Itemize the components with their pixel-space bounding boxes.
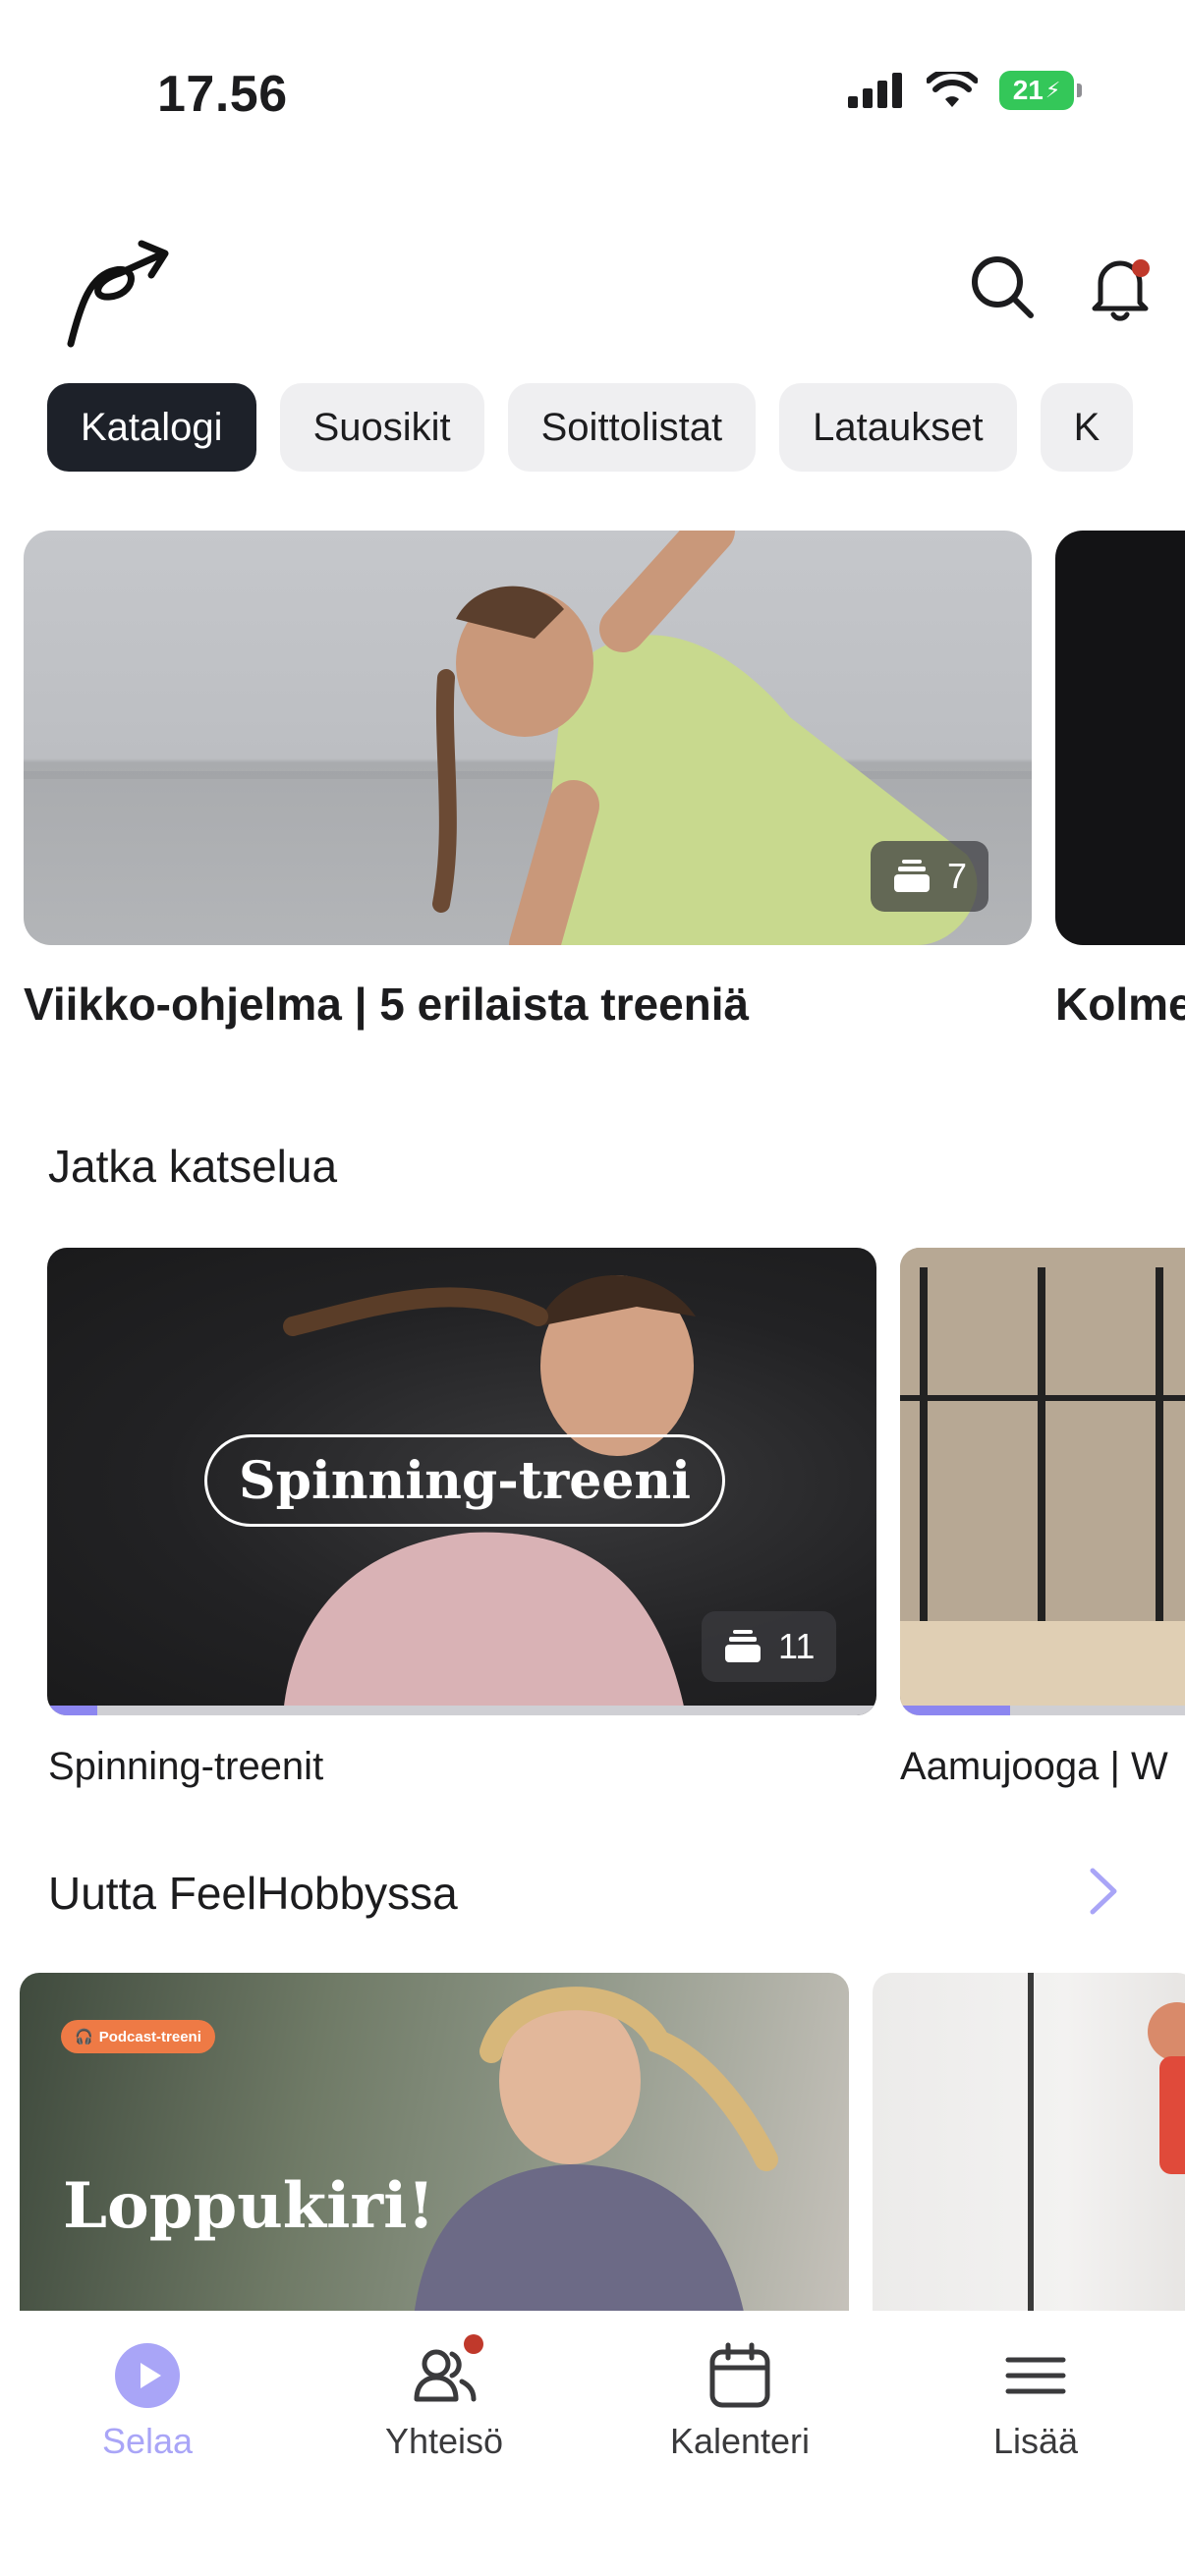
hero-card[interactable]: 7 xyxy=(24,531,1032,945)
tab-suosikit[interactable]: Suosikit xyxy=(279,383,484,472)
feelhobby-logo-icon[interactable] xyxy=(61,236,179,349)
progress-track xyxy=(47,1706,876,1715)
signal-icon xyxy=(848,73,902,108)
continue-card-aamujooga[interactable] xyxy=(900,1248,1185,1715)
nav-label-selaa: Selaa xyxy=(101,2421,194,2461)
nav-lisaa[interactable]: Lisää xyxy=(928,2340,1144,2462)
podcast-badge: 🎧 Podcast-treeni xyxy=(61,2020,215,2053)
tab-soittolistat[interactable]: Soittolistat xyxy=(507,383,757,472)
status-time: 17.56 xyxy=(157,66,288,123)
headphones-icon: 🎧 xyxy=(75,2029,93,2045)
spinning-overlay-title: Spinning-treeni xyxy=(204,1434,725,1527)
nav-yhteiso[interactable]: Yhteisö xyxy=(336,2334,552,2462)
wifi-icon xyxy=(927,72,978,107)
continue-caption-aamujooga[interactable]: Aamujooga | W xyxy=(900,1745,1168,1789)
notification-dot xyxy=(1132,259,1150,277)
community-badge-dot xyxy=(464,2334,483,2354)
nav-label-kalenteri: Kalenteri xyxy=(669,2421,811,2461)
menu-icon xyxy=(1000,2340,1071,2411)
stack-icon xyxy=(725,1630,761,1662)
app-header xyxy=(0,226,1185,348)
catalog-tabs: Katalogi Suosikit Soittolistat Lataukset… xyxy=(47,383,1134,472)
nav-kalenteri[interactable]: Kalenteri xyxy=(632,2340,848,2462)
play-circle-icon xyxy=(112,2340,183,2411)
continue-caption-spinning[interactable]: Spinning-treenit xyxy=(48,1745,323,1789)
status-bar: 17.56 21 ⚡ xyxy=(0,0,1185,187)
progress-fill xyxy=(900,1706,1010,1715)
notifications-button[interactable] xyxy=(1089,252,1154,322)
battery-level: 21 xyxy=(1012,75,1044,105)
bottom-nav: Selaa Yhteisö Kalenteri Lisää xyxy=(0,2311,1185,2576)
stack-icon xyxy=(894,860,930,892)
new-card-next[interactable] xyxy=(873,1973,1185,2326)
spinning-count-badge: 11 xyxy=(702,1611,837,1682)
nav-label-lisaa: Lisää xyxy=(992,2421,1079,2461)
community-icon xyxy=(409,2334,483,2411)
hero-count-badge: 7 xyxy=(871,841,989,912)
progress-fill xyxy=(47,1706,97,1715)
tab-more[interactable]: K xyxy=(1040,383,1134,472)
continue-card-spinning[interactable]: Spinning-treeni 11 xyxy=(47,1248,876,1715)
new-card-loppukiri[interactable]: 🎧 Podcast-treeni Loppukiri! xyxy=(20,1973,849,2326)
new-section-title[interactable]: Uutta FeelHobbyssa xyxy=(48,1867,458,1920)
hero-card-next[interactable] xyxy=(1055,531,1185,945)
tab-lataukset[interactable]: Lataukset xyxy=(779,383,1017,472)
chevron-right-icon[interactable] xyxy=(1087,1867,1120,1916)
status-icons: 21 ⚡ xyxy=(848,71,1082,110)
podcast-badge-label: Podcast-treeni xyxy=(98,2028,201,2045)
next-card-photo xyxy=(1028,1973,1185,2326)
spinning-count: 11 xyxy=(778,1626,816,1666)
search-icon[interactable] xyxy=(968,252,1037,321)
loppukiri-title: Loppukiri! xyxy=(63,2169,435,2243)
hero-count: 7 xyxy=(947,856,968,896)
nav-label-yhteiso: Yhteisö xyxy=(384,2421,504,2461)
hero-title-next[interactable]: Kolme xyxy=(1055,978,1185,1031)
hero-title[interactable]: Viikko-ohjelma | 5 erilaista treeniä xyxy=(24,978,749,1031)
calendar-icon xyxy=(705,2340,775,2411)
battery-icon: 21 ⚡ xyxy=(999,71,1082,110)
tab-katalogi[interactable]: Katalogi xyxy=(47,383,256,472)
aamujooga-photo xyxy=(900,1248,1185,1715)
nav-selaa[interactable]: Selaa xyxy=(39,2340,255,2462)
continue-watching-title: Jatka katselua xyxy=(48,1141,338,1192)
